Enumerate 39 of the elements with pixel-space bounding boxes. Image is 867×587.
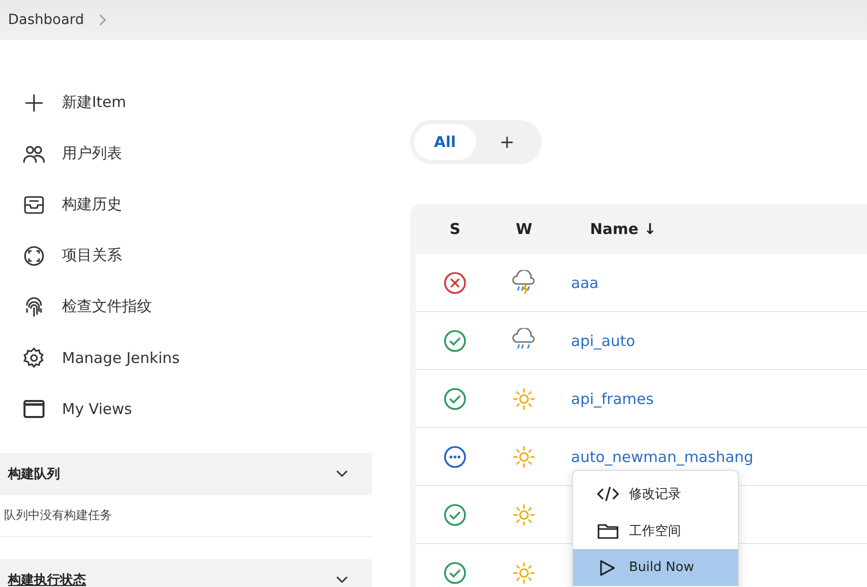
view-tab[interactable]: All: [414, 124, 476, 160]
sun-icon: [511, 502, 537, 528]
job-link[interactable]: aaa: [571, 274, 599, 292]
chevron-right-icon: [98, 14, 106, 26]
sidebar-item[interactable]: 新建Item: [22, 77, 372, 128]
job-link[interactable]: api_auto: [571, 332, 636, 350]
view-tab[interactable]: +: [476, 124, 538, 160]
settings-icon: [22, 346, 46, 370]
sidebar-item[interactable]: 用户列表: [22, 128, 372, 179]
success-status-icon: [443, 328, 467, 352]
success-status-icon: [443, 560, 467, 584]
success-status-icon: [443, 386, 467, 410]
menu-item[interactable]: 修改记录: [573, 475, 738, 512]
sun-icon: [511, 560, 537, 586]
breadcrumb-link[interactable]: Dashboard: [8, 12, 84, 28]
sidebar-item[interactable]: 构建历史: [22, 179, 372, 230]
target-icon: [22, 244, 46, 268]
sidebar-item[interactable]: Manage Jenkins: [22, 332, 372, 383]
job-link[interactable]: auto_newman_mashang: [571, 448, 754, 466]
column-header[interactable]: S: [416, 220, 494, 238]
running-status-icon: [443, 444, 467, 468]
job-link[interactable]: api_frames: [571, 390, 654, 408]
menu-item[interactable]: Build Now: [573, 549, 738, 586]
queue-message: 队列中没有构建任务: [0, 495, 372, 537]
success-status-icon: [443, 502, 467, 526]
sidebar-item[interactable]: My Views: [22, 383, 372, 434]
column-header[interactable]: W: [494, 220, 554, 238]
column-header[interactable]: Name ↓: [554, 220, 656, 238]
sidebar-item[interactable]: 检查文件指纹: [22, 281, 372, 332]
menu-item[interactable]: 工作空间: [573, 512, 738, 549]
failed-status-icon: [443, 270, 467, 294]
sun-icon: [511, 444, 537, 470]
section-header[interactable]: 构建执行状态: [0, 559, 372, 587]
section-header[interactable]: 构建队列: [0, 453, 372, 495]
sun-icon: [511, 386, 537, 412]
thunderstorm-icon: [511, 270, 537, 296]
sidebar-item[interactable]: 项目关系: [22, 230, 372, 281]
section-title: 构建队列: [8, 466, 60, 483]
section-title: 构建执行状态: [8, 572, 86, 587]
